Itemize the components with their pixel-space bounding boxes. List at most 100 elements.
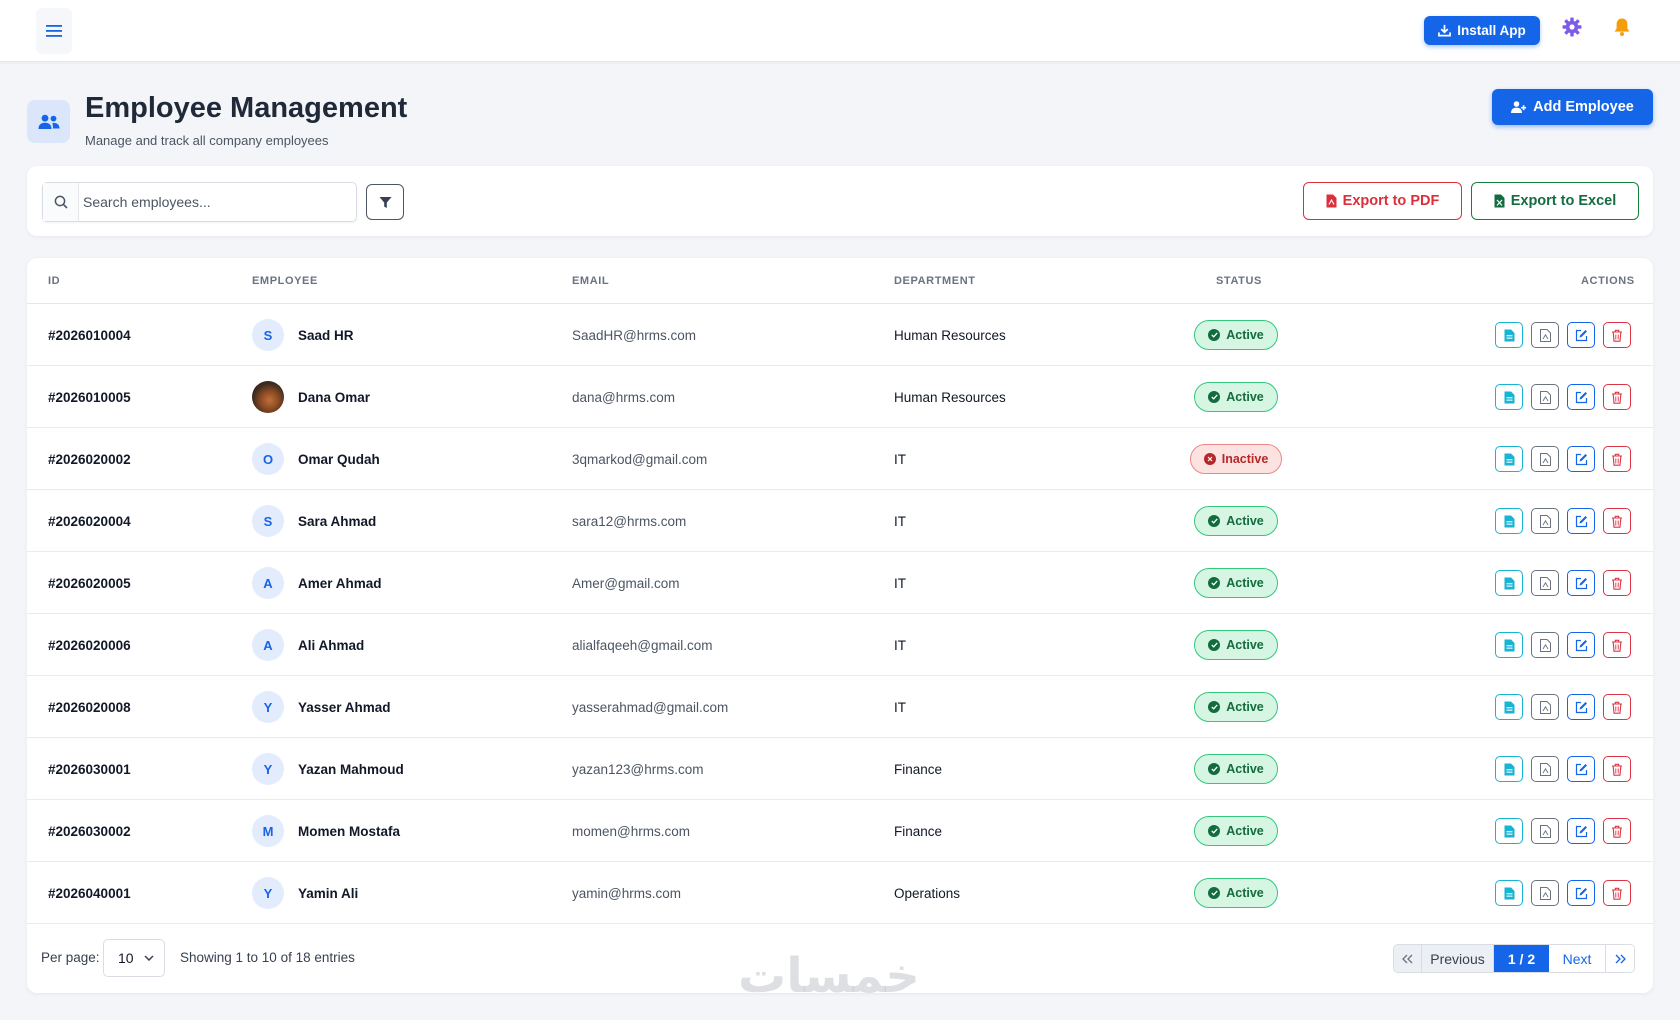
- gear-icon: [1562, 17, 1582, 37]
- employee-cell: M Momen Mostafa: [252, 800, 400, 862]
- menu-button[interactable]: [36, 8, 72, 54]
- next-page-button[interactable]: Next: [1549, 945, 1606, 972]
- download-pdf-button[interactable]: [1531, 570, 1559, 596]
- search-input[interactable]: [79, 194, 349, 210]
- view-button[interactable]: [1495, 694, 1523, 720]
- employee-email: sara12@hrms.com: [572, 513, 687, 529]
- download-pdf-button[interactable]: [1531, 446, 1559, 472]
- check-circle-icon: [1208, 515, 1221, 527]
- employee-cell: Y Yasser Ahmad: [252, 676, 391, 738]
- edit-button[interactable]: [1567, 508, 1595, 534]
- delete-button[interactable]: [1603, 508, 1631, 534]
- export-excel-button[interactable]: Export to Excel: [1471, 182, 1639, 220]
- employee-cell: A Amer Ahmad: [252, 552, 382, 614]
- edit-button[interactable]: [1567, 446, 1595, 472]
- check-circle-icon: [1208, 825, 1221, 837]
- employee-id: #2026020005: [48, 575, 131, 591]
- check-circle-icon: [1208, 763, 1221, 775]
- employee-name: Sara Ahmad: [298, 513, 377, 529]
- view-button[interactable]: [1495, 880, 1523, 906]
- trash-icon: [1612, 453, 1622, 466]
- delete-button[interactable]: [1603, 446, 1631, 472]
- delete-button[interactable]: [1603, 322, 1631, 348]
- pdf-icon: [1539, 824, 1551, 838]
- row-actions: [1495, 490, 1631, 552]
- delete-button[interactable]: [1603, 632, 1631, 658]
- status-label: Active: [1226, 514, 1264, 528]
- edit-button[interactable]: [1567, 570, 1595, 596]
- pdf-icon: [1539, 886, 1551, 900]
- page-title: Employee Management: [85, 92, 408, 124]
- employee-cell: S Sara Ahmad: [252, 490, 376, 552]
- settings-button[interactable]: [1562, 17, 1586, 41]
- pdf-icon: [1539, 638, 1551, 652]
- current-page-indicator[interactable]: 1 / 2: [1494, 945, 1549, 972]
- view-button[interactable]: [1495, 322, 1523, 348]
- employee-name: Omar Qudah: [298, 451, 380, 467]
- status-label: Active: [1226, 700, 1264, 714]
- view-button[interactable]: [1495, 446, 1523, 472]
- avatar: Y: [252, 753, 284, 785]
- delete-button[interactable]: [1603, 818, 1631, 844]
- employee-email: momen@hrms.com: [572, 823, 690, 839]
- add-employee-button[interactable]: Add Employee: [1492, 89, 1653, 125]
- column-header-id[interactable]: ID: [48, 275, 60, 287]
- view-button[interactable]: [1495, 570, 1523, 596]
- install-app-button[interactable]: Install App: [1424, 16, 1540, 45]
- column-header-email[interactable]: EMAIL: [572, 275, 609, 287]
- filter-button[interactable]: [366, 184, 404, 220]
- delete-button[interactable]: [1603, 570, 1631, 596]
- delete-button[interactable]: [1603, 384, 1631, 410]
- download-pdf-button[interactable]: [1531, 694, 1559, 720]
- edit-button[interactable]: [1567, 322, 1595, 348]
- edit-button[interactable]: [1567, 384, 1595, 410]
- entries-summary: Showing 1 to 10 of 18 entries: [180, 950, 355, 965]
- table-row: #2026020002 O Omar Qudah 3qmarkod@gmail.com…: [27, 428, 1653, 490]
- view-button[interactable]: [1495, 384, 1523, 410]
- status-cell: Active: [1164, 304, 1308, 366]
- export-pdf-button[interactable]: Export to PDF: [1303, 182, 1462, 220]
- first-page-button[interactable]: [1394, 945, 1422, 972]
- per-page-select[interactable]: 10: [103, 939, 165, 977]
- notifications-button[interactable]: [1612, 17, 1636, 41]
- edit-button[interactable]: [1567, 694, 1595, 720]
- download-pdf-button[interactable]: [1531, 384, 1559, 410]
- employee-email: SaadHR@hrms.com: [572, 327, 696, 343]
- edit-icon: [1575, 453, 1587, 465]
- last-page-button[interactable]: [1606, 945, 1634, 972]
- column-header-status[interactable]: STATUS: [1216, 275, 1262, 287]
- employee-cell: A Ali Ahmad: [252, 614, 364, 676]
- status-badge: Inactive: [1189, 444, 1283, 474]
- download-pdf-button[interactable]: [1531, 756, 1559, 782]
- view-button[interactable]: [1495, 818, 1523, 844]
- download-pdf-button[interactable]: [1531, 508, 1559, 534]
- file-icon: [1504, 825, 1514, 837]
- view-button[interactable]: [1495, 508, 1523, 534]
- column-header-employee[interactable]: EMPLOYEE: [252, 275, 318, 287]
- edit-button[interactable]: [1567, 756, 1595, 782]
- avatar: Y: [252, 877, 284, 909]
- delete-button[interactable]: [1603, 694, 1631, 720]
- download-pdf-button[interactable]: [1531, 880, 1559, 906]
- view-button[interactable]: [1495, 756, 1523, 782]
- employee-id: #2026020008: [48, 699, 131, 715]
- edit-button[interactable]: [1567, 632, 1595, 658]
- view-button[interactable]: [1495, 632, 1523, 658]
- trash-icon: [1612, 825, 1622, 838]
- download-pdf-button[interactable]: [1531, 632, 1559, 658]
- employee-name: Dana Omar: [298, 389, 371, 405]
- edit-button[interactable]: [1567, 880, 1595, 906]
- delete-button[interactable]: [1603, 880, 1631, 906]
- row-actions: [1495, 676, 1631, 738]
- delete-button[interactable]: [1603, 756, 1631, 782]
- edit-button[interactable]: [1567, 818, 1595, 844]
- file-icon: [1504, 639, 1514, 651]
- employees-table: ID EMPLOYEE EMAIL DEPARTMENT STATUS ACTI…: [27, 258, 1653, 993]
- row-actions: [1495, 428, 1631, 490]
- previous-page-button[interactable]: Previous: [1422, 945, 1494, 972]
- column-header-department[interactable]: DEPARTMENT: [894, 275, 976, 287]
- employee-name: Amer Ahmad: [298, 575, 382, 591]
- download-pdf-button[interactable]: [1531, 322, 1559, 348]
- employee-department: Human Resources: [894, 389, 1006, 405]
- download-pdf-button[interactable]: [1531, 818, 1559, 844]
